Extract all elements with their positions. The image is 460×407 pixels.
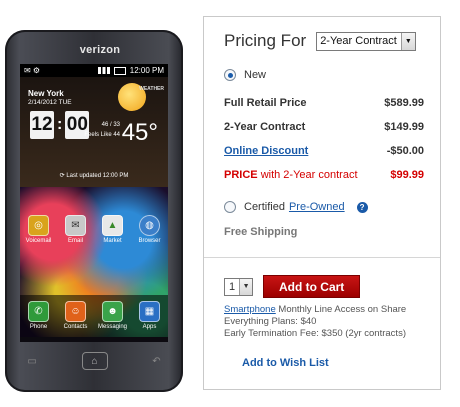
- brand-logo: verizon: [79, 44, 121, 56]
- help-icon[interactable]: ?: [356, 201, 368, 213]
- app-label: Email: [67, 238, 83, 244]
- app-contacts: ☺ Contacts: [61, 301, 91, 330]
- back-button-icon: ↶: [152, 355, 161, 367]
- final-price-label: PRICE with 2-Year contract: [224, 169, 358, 181]
- pricing-header: Pricing For 2-Year Contract ▼: [224, 31, 416, 51]
- new-radio[interactable]: [224, 69, 236, 81]
- contract-price-label: 2-Year Contract: [224, 121, 306, 133]
- app-label: Browser: [138, 238, 161, 244]
- email-icon: ✉: [65, 215, 86, 236]
- phone-hardware-buttons: ▭ ⌂ ↶: [5, 352, 183, 370]
- final-price-row: PRICE with 2-Year contract $99.99: [224, 169, 424, 181]
- weather-updated: ⟳ Last updated 12:00 PM: [59, 173, 129, 179]
- add-to-wishlist-link[interactable]: Add to Wish List: [242, 357, 329, 369]
- weather-updated-text: Last updated 12:00 PM: [66, 173, 129, 179]
- app-voicemail: ◎ Voicemail: [24, 215, 54, 244]
- app-label: Phone: [29, 324, 48, 330]
- app-phone: ✆ Phone: [24, 301, 54, 330]
- battery-icon: [113, 66, 126, 75]
- new-option[interactable]: New: [224, 69, 266, 81]
- online-discount-link[interactable]: Online Discount: [224, 145, 308, 157]
- termination-fee-text: Early Termination Fee: $350 (2yr contrac…: [224, 328, 406, 339]
- app-label: Apps: [142, 324, 157, 330]
- phone-screen: ✉ ⚙ 12:00 PM New York 2/14/2012 TUE WEAT…: [20, 64, 168, 342]
- messaging-icon: ☻: [102, 301, 123, 322]
- product-image: verizon ✉ ⚙ 12:00 PM New York 2/14/2012 …: [5, 30, 183, 392]
- app-messaging: ☻ Messaging: [98, 301, 128, 330]
- contract-price-value: $149.99: [384, 121, 424, 133]
- pricing-title: Pricing For: [224, 31, 307, 50]
- phone-icon: ✆: [28, 301, 49, 322]
- weather-hi-lo: 46 / 33: [101, 122, 120, 128]
- contacts-icon: ☺: [65, 301, 86, 322]
- preowned-radio[interactable]: [224, 201, 236, 213]
- certified-label: Certified: [244, 201, 285, 213]
- discount-row: Online Discount -$50.00: [224, 145, 424, 157]
- new-label: New: [244, 69, 267, 81]
- dock-row: ✆ Phone ☺ Contacts ☻ Messaging ▦ Apps: [20, 301, 168, 330]
- certified-preowned-option[interactable]: Certified Pre-Owned ?: [224, 201, 368, 213]
- plan-fine-print: Smartphone Monthly Line Access on Share …: [224, 304, 436, 340]
- weather-date: 2/14/2012 TUE: [28, 99, 72, 106]
- pricing-panel: Pricing For 2-Year Contract ▼ New Full R…: [203, 16, 441, 390]
- app-label: Market: [103, 238, 122, 244]
- divider: [204, 257, 440, 258]
- final-price-value: $99.99: [390, 169, 424, 181]
- clock-colon: :: [57, 116, 63, 133]
- add-to-cart-button[interactable]: Add to Cart: [263, 275, 361, 298]
- voicemail-icon: ◎: [28, 215, 49, 236]
- app-dock: ✆ Phone ☺ Contacts ☻ Messaging ▦ Apps: [20, 295, 168, 337]
- app-label: Messaging: [97, 324, 127, 330]
- globe-icon: ◍: [139, 215, 160, 236]
- app-label: Voicemail: [25, 238, 52, 244]
- flip-clock: 12 : 00: [30, 111, 90, 139]
- app-apps: ▦ Apps: [135, 301, 165, 330]
- smartphone-link[interactable]: Smartphone: [224, 304, 276, 315]
- market-icon: ▲: [102, 215, 123, 236]
- price-word: PRICE: [224, 169, 258, 181]
- chevron-down-icon: ▼: [239, 278, 253, 295]
- status-bar: ✉ ⚙ 12:00 PM: [20, 64, 168, 77]
- status-icons: ✉ ⚙: [24, 66, 41, 75]
- preowned-link[interactable]: Pre-Owned: [289, 201, 345, 213]
- home-button-icon: ⌂: [81, 352, 108, 370]
- contract-select[interactable]: 2-Year Contract ▼: [316, 31, 416, 51]
- status-time: 12:00 PM: [129, 66, 164, 75]
- contract-price-row: 2-Year Contract $149.99: [224, 121, 424, 133]
- weather-city: New York: [28, 89, 64, 98]
- clock-hour: 12: [30, 111, 54, 139]
- app-row: ◎ Voicemail ✉ Email ▲ Market ◍ Browser: [20, 215, 168, 244]
- chevron-down-icon: ▼: [400, 32, 415, 50]
- weather-temperature: 45°: [121, 119, 158, 146]
- app-market: ▲ Market: [98, 215, 128, 244]
- retail-price-value: $589.99: [384, 97, 424, 109]
- free-shipping: Free Shipping: [224, 226, 298, 238]
- weather-widget: New York 2/14/2012 TUE WEATHER 12 : 00 4…: [20, 77, 168, 187]
- app-label: Contacts: [63, 324, 88, 330]
- retail-price-row: Full Retail Price $589.99: [224, 97, 424, 109]
- apps-grid-icon: ▦: [139, 301, 160, 322]
- app-email: ✉ Email: [61, 215, 91, 244]
- quantity-select[interactable]: 1 ▼: [224, 277, 254, 296]
- retail-price-label: Full Retail Price: [224, 97, 307, 109]
- radio-selected-dot: [227, 72, 233, 78]
- menu-button-icon: ▭: [27, 355, 37, 367]
- weather-provider: WEATHER: [139, 86, 164, 92]
- wallpaper: ◎ Voicemail ✉ Email ▲ Market ◍ Browser ✆…: [20, 187, 168, 337]
- signal-icon: [97, 67, 110, 74]
- contract-select-value: 2-Year Contract: [320, 34, 397, 47]
- price-suffix: with 2-Year contract: [260, 169, 358, 181]
- cart-row: 1 ▼ Add to Cart: [224, 275, 361, 298]
- app-browser: ◍ Browser: [135, 215, 165, 244]
- quantity-value: 1: [229, 280, 236, 293]
- discount-value: -$50.00: [386, 145, 424, 157]
- weather-feels-like: Feels Like 44: [84, 132, 120, 138]
